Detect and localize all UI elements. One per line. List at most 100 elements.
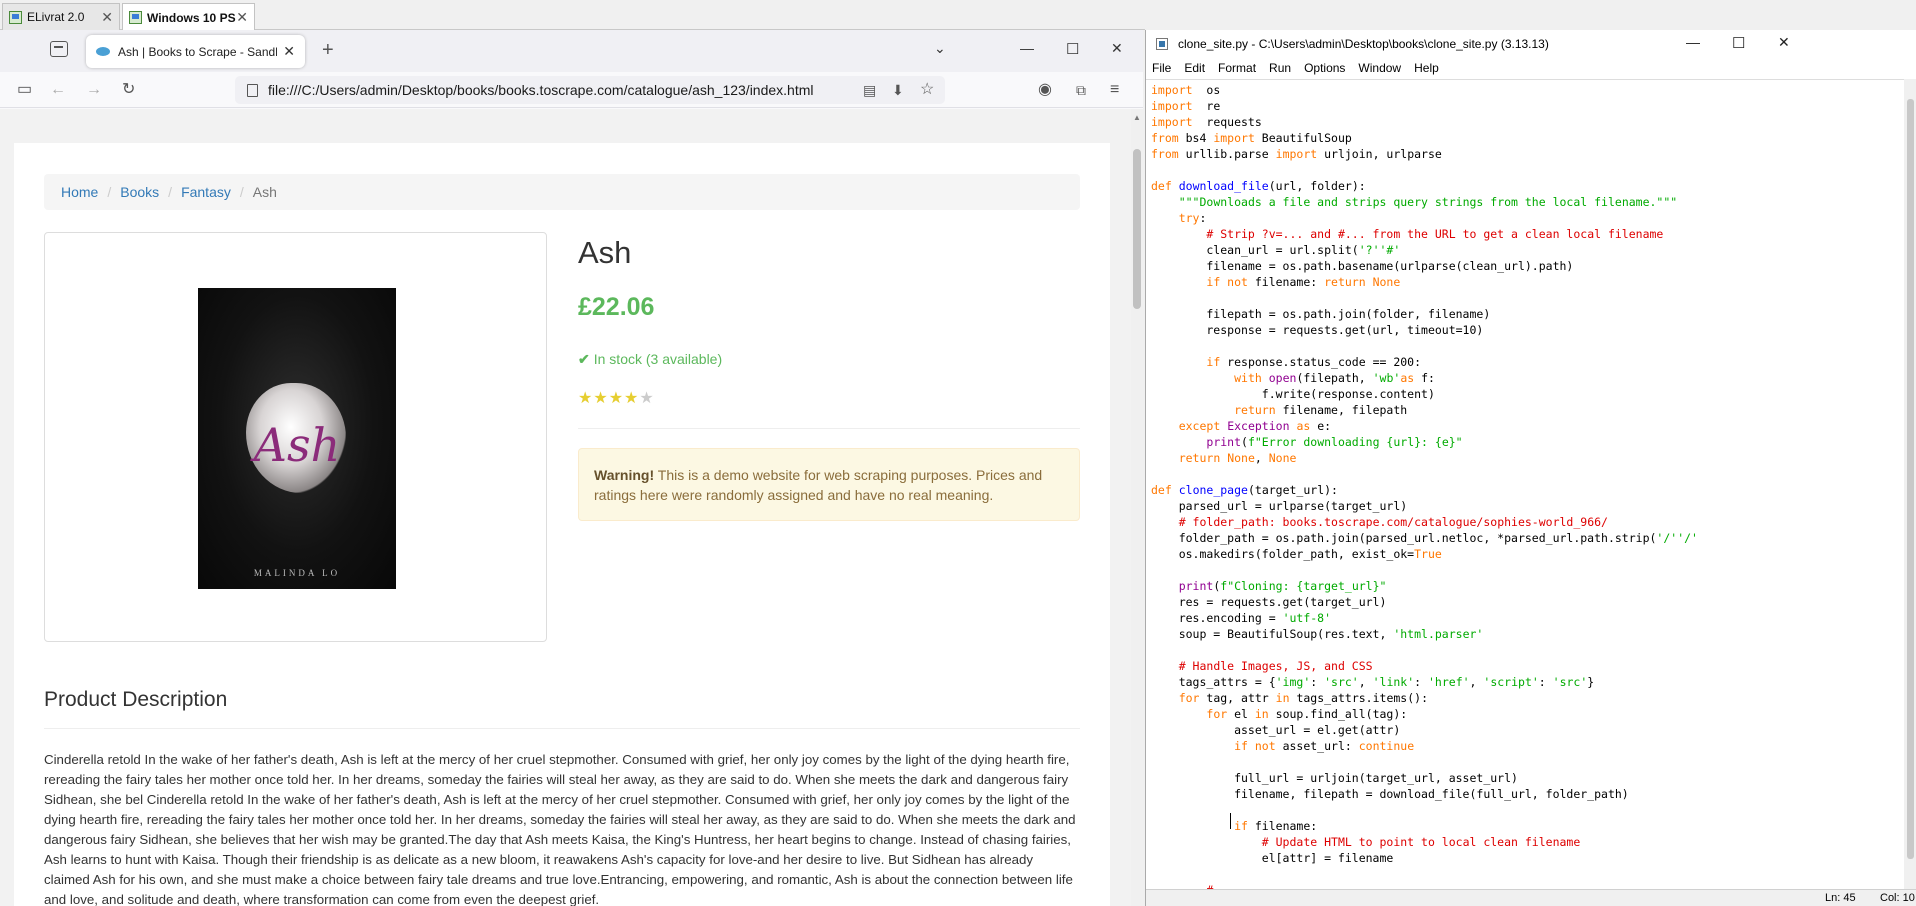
code-line: # Update HTML to point to local clean fi… [1151,834,1698,850]
code-token: Exception [1227,419,1290,433]
code-token: """Downloads a file and strips query str… [1178,195,1678,209]
code-line: f.write(response.content) [1151,386,1698,402]
close-icon[interactable]: ✕ [101,9,113,26]
code-token: # Strip ?v=... and #... from the URL to … [1206,227,1664,241]
tab-overview-icon[interactable] [50,41,68,57]
browser-tab-active[interactable]: Ash | Books to Scrape - Sandbox ✕ [86,35,305,68]
scrollbar-thumb[interactable] [1133,149,1141,309]
breadcrumb-fantasy[interactable]: Fantasy [181,184,231,200]
reload-icon[interactable]: ↻ [122,81,135,99]
sidebar-icon[interactable]: ▭ [17,81,32,99]
code-token: : [1538,675,1553,689]
minimize-icon[interactable]: — [1686,34,1700,50]
code-token: import [1213,131,1255,145]
host-tab-windows10[interactable]: Windows 10 PS ✕ [122,3,255,31]
maximize-icon[interactable]: ☐ [1732,34,1745,52]
code-token: , [1254,451,1269,465]
address-bar[interactable]: file:///C:/Users/admin/Desktop/books/boo… [235,76,945,104]
code-line: except Exception as e: [1151,418,1698,434]
code-line: # Strip ?v=... and #... from the URL to … [1151,226,1698,242]
menu-help[interactable]: Help [1414,61,1439,75]
account-icon[interactable]: ◉ [1038,81,1052,99]
reader-view-icon[interactable]: ▤ [863,81,876,99]
code-token: : [1414,675,1428,689]
code-token: response = requests.get(url, timeout=10) [1151,323,1484,337]
cover-author: MALINDA LO [253,568,341,578]
code-token: as [1400,371,1415,385]
code-token: : [1310,675,1325,689]
code-line: import requests [1151,114,1698,130]
maximize-icon[interactable]: ☐ [1066,40,1079,58]
close-tab-icon[interactable]: ✕ [283,43,295,60]
code-token: in [1254,707,1269,721]
close-icon[interactable]: ✕ [236,9,248,26]
code-line: # Handle Images, JS, and CSS [1151,658,1698,674]
code-token: '/' [1656,531,1678,545]
code-line: print(f"Cloning: {target_url}" [1151,578,1698,594]
bookmark-star-icon[interactable]: ☆ [920,81,934,99]
code-token: download_file [1178,179,1269,193]
code-line: # folder_path: books.toscrape.com/catalo… [1151,514,1698,530]
code-token: return None [1324,275,1401,289]
url-text: file:///C:/Users/admin/Desktop/books/boo… [268,82,814,98]
star-rating: ★★★★★ [578,388,655,408]
idle-title-bar: clone_site.py - C:\Users\admin\Desktop\b… [1146,30,1916,57]
save-to-pocket-icon[interactable]: ⬇ [892,81,904,99]
menu-file[interactable]: File [1152,61,1171,75]
star-icon: ★ [593,390,609,407]
code-editor[interactable]: import os import re import requests from bs… [1146,79,1904,889]
menu-format[interactable]: Format [1218,61,1256,75]
divider [44,728,1080,729]
minimize-icon[interactable]: — [1020,40,1034,56]
breadcrumb-home[interactable]: Home [61,184,98,200]
forward-icon[interactable]: → [86,81,102,99]
breadcrumb-separator: / [168,184,173,200]
code-token: import [1275,147,1318,161]
editor-scrollbar[interactable] [1904,79,1916,889]
menu-run[interactable]: Run [1269,61,1291,75]
page-scrollbar[interactable]: ▲ [1131,109,1143,906]
code-token: as [1296,419,1311,433]
menu-icon[interactable]: ≡ [1110,81,1119,99]
breadcrumb-books[interactable]: Books [120,184,159,200]
menu-window[interactable]: Window [1358,61,1401,75]
code-line: import os [1151,82,1698,98]
code-line: for el in soup.find_all(tag): [1151,706,1698,722]
code-token: f: [1414,371,1435,385]
tab-list-chevron-icon[interactable]: ⌄ [934,40,946,57]
menu-options[interactable]: Options [1304,61,1345,75]
status-line: Ln: 45 [1825,892,1856,904]
code-line: if not asset_url: continue [1151,738,1698,754]
host-tab-elivrat[interactable]: ELivrat 2.0 ✕ [2,3,120,30]
code-line: # [1151,882,1698,889]
code-token: 'src' [1324,675,1359,689]
close-window-icon[interactable]: ✕ [1778,34,1790,51]
code-token: f.write(response.content) [1151,387,1435,401]
scrollbar-thumb[interactable] [1907,99,1914,859]
code-token: full_url = urljoin(target_url, asset_url… [1151,771,1518,785]
close-window-icon[interactable]: ✕ [1111,40,1123,57]
code-token: folder_path = os.path.join(parsed_url.ne… [1151,531,1657,545]
menu-edit[interactable]: Edit [1184,61,1205,75]
extensions-icon[interactable]: ⧉ [1076,81,1086,99]
scroll-up-arrow-icon[interactable]: ▲ [1133,113,1141,122]
page-content: Home / Books / Fantasy / Ash Ash MALINDA… [14,143,1110,906]
code-token: import [1151,115,1193,129]
star-icon: ★ [578,390,594,407]
code-text: import os import re import requests from bs… [1151,82,1698,889]
new-tab-button[interactable]: + [322,39,334,62]
status-column: Col: 10 [1880,892,1915,904]
back-icon[interactable]: ← [50,81,66,99]
warning-strong: Warning! [594,467,655,483]
idle-menu-bar: File Edit Format Run Options Window Help [1146,57,1916,79]
idle-editor-window: clone_site.py - C:\Users\admin\Desktop\b… [1145,30,1916,906]
code-token: 'html.parser' [1393,627,1484,641]
